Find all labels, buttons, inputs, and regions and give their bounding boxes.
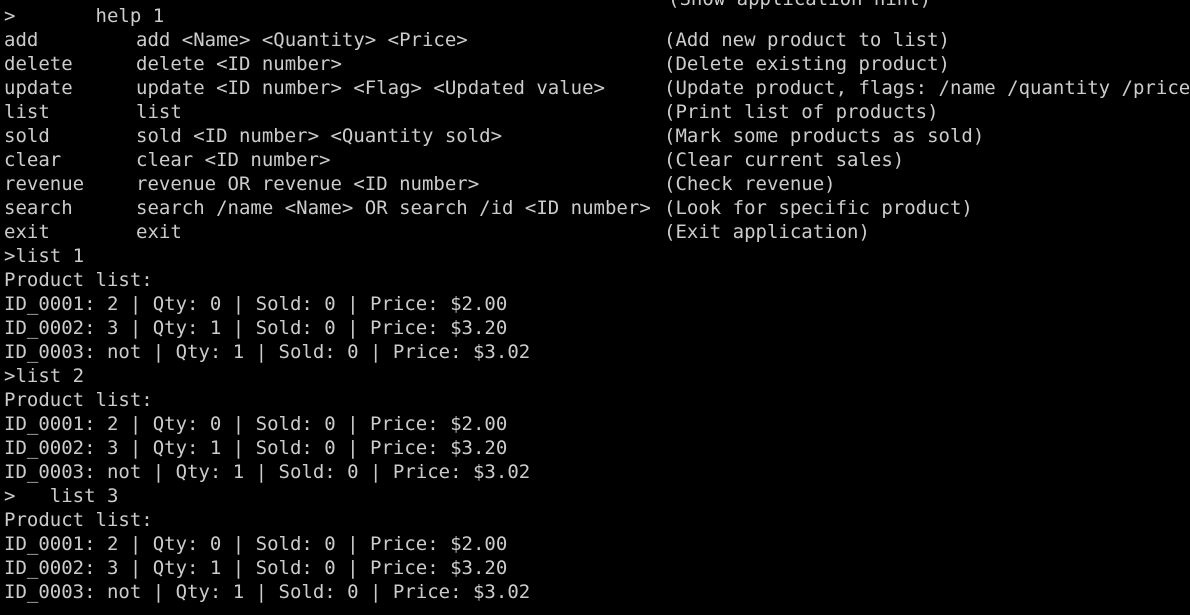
help-command-description: (Add new product to list) xyxy=(664,29,950,51)
product-row: ID_0002: 3 | Qty: 1 | Sold: 0 | Price: $… xyxy=(4,316,507,340)
help-row: update update <ID number> <Flag> <Update… xyxy=(4,76,1190,100)
prompt-line: > list 3 xyxy=(4,484,118,508)
help-command-name: revenue xyxy=(4,173,85,195)
help-row: sold sold <ID number> <Quantity sold> (M… xyxy=(4,124,984,148)
help-command-name: delete xyxy=(4,53,73,75)
help-command-syntax: delete <ID number> xyxy=(136,53,342,75)
product-row: ID_0001: 2 | Qty: 0 | Sold: 0 | Price: $… xyxy=(4,412,507,436)
help-command-description: (Mark some products as sold) xyxy=(664,125,985,147)
help-command-name: add xyxy=(4,29,39,51)
help-command-syntax: add <Name> <Quantity> <Price> xyxy=(136,29,468,51)
help-row: list list (Print list of products) xyxy=(4,100,939,124)
help-command-name: update xyxy=(4,77,73,99)
help-command-description: (Delete existing product) xyxy=(664,53,950,75)
product-row-text: ID_0001: 2 | Qty: 0 | Sold: 0 | Price: $… xyxy=(4,533,508,555)
help-command-syntax: list xyxy=(136,101,182,123)
prompt-line: >list 2 xyxy=(4,364,84,388)
console-window[interactable]: (Show application hint) > help 1 add add… xyxy=(0,0,1190,615)
product-row-text: ID_0001: 2 | Qty: 0 | Sold: 0 | Price: $… xyxy=(4,413,508,435)
help-command-name: sold xyxy=(4,125,50,147)
product-row-text: ID_0002: 3 | Qty: 1 | Sold: 0 | Price: $… xyxy=(4,557,508,579)
product-row: ID_0001: 2 | Qty: 0 | Sold: 0 | Price: $… xyxy=(4,532,507,556)
help-command-description: (Look for specific product) xyxy=(664,197,973,219)
prompt-list-command: > list 3 xyxy=(4,485,119,507)
prompt-line: >list 1 xyxy=(4,244,84,268)
product-row: ID_0003: not | Qty: 1 | Sold: 0 | Price:… xyxy=(4,340,530,364)
help-command-name: search xyxy=(4,197,73,219)
help-command-syntax: update <ID number> <Flag> <Updated value… xyxy=(136,77,605,99)
help-row: clear clear <ID number> (Clear current s… xyxy=(4,148,904,172)
product-list-header-text: Product list: xyxy=(4,269,153,291)
help-command-description: (Clear current sales) xyxy=(664,149,905,171)
product-row-text: ID_0002: 3 | Qty: 1 | Sold: 0 | Price: $… xyxy=(4,317,508,339)
help-row: revenue revenue OR revenue <ID number> (… xyxy=(4,172,836,196)
prompt-list-command: >list 1 xyxy=(4,245,85,267)
product-list-header-text: Product list: xyxy=(4,509,153,531)
console-output: (Show application hint) > help 1 add add… xyxy=(4,0,1190,604)
help-command-name: clear xyxy=(4,149,62,171)
clipped-previous-line: (Show application hint) xyxy=(668,0,931,9)
help-command-syntax: revenue OR revenue <ID number> xyxy=(136,173,480,195)
help-command-description: (Update product, flags: /name /quantity … xyxy=(664,77,1190,99)
help-command-syntax: search /name <Name> OR search /id <ID nu… xyxy=(136,197,651,219)
product-row: ID_0001: 2 | Qty: 0 | Sold: 0 | Price: $… xyxy=(4,292,507,316)
help-command-syntax: exit xyxy=(136,221,182,243)
product-list-header: Product list: xyxy=(4,388,153,412)
help-command-description: (Print list of products) xyxy=(664,101,939,123)
product-list-header-text: Product list: xyxy=(4,389,153,411)
product-row: ID_0002: 3 | Qty: 1 | Sold: 0 | Price: $… xyxy=(4,436,507,460)
help-command-syntax: sold <ID number> <Quantity sold> xyxy=(136,125,503,147)
help-command-name: exit xyxy=(4,221,50,243)
product-list-header: Product list: xyxy=(4,268,153,292)
help-row: delete delete <ID number> (Delete existi… xyxy=(4,52,950,76)
help-row: add add <Name> <Quantity> <Price> (Add n… xyxy=(4,28,950,52)
help-command-syntax: clear <ID number> xyxy=(136,149,331,171)
product-list-header: Product list: xyxy=(4,508,153,532)
product-row-text: ID_0003: not | Qty: 1 | Sold: 0 | Price:… xyxy=(4,461,531,483)
product-row: ID_0002: 3 | Qty: 1 | Sold: 0 | Price: $… xyxy=(4,556,507,580)
product-row: ID_0003: not | Qty: 1 | Sold: 0 | Price:… xyxy=(4,580,530,604)
help-row: exit exit (Exit application) xyxy=(4,220,870,244)
prompt-list-command: >list 2 xyxy=(4,365,85,387)
product-row-text: ID_0002: 3 | Qty: 1 | Sold: 0 | Price: $… xyxy=(4,437,508,459)
product-row-text: ID_0001: 2 | Qty: 0 | Sold: 0 | Price: $… xyxy=(4,293,508,315)
prompt-help-command: > help 1 xyxy=(4,5,165,27)
prompt-line: > help 1 xyxy=(4,4,164,28)
help-command-description: (Check revenue) xyxy=(664,173,836,195)
product-row-text: ID_0003: not | Qty: 1 | Sold: 0 | Price:… xyxy=(4,581,531,603)
product-row: ID_0003: not | Qty: 1 | Sold: 0 | Price:… xyxy=(4,460,530,484)
help-row: search search /name <Name> OR search /id… xyxy=(4,196,973,220)
help-command-description: (Exit application) xyxy=(664,221,870,243)
help-command-name: list xyxy=(4,101,50,123)
product-row-text: ID_0003: not | Qty: 1 | Sold: 0 | Price:… xyxy=(4,341,531,363)
